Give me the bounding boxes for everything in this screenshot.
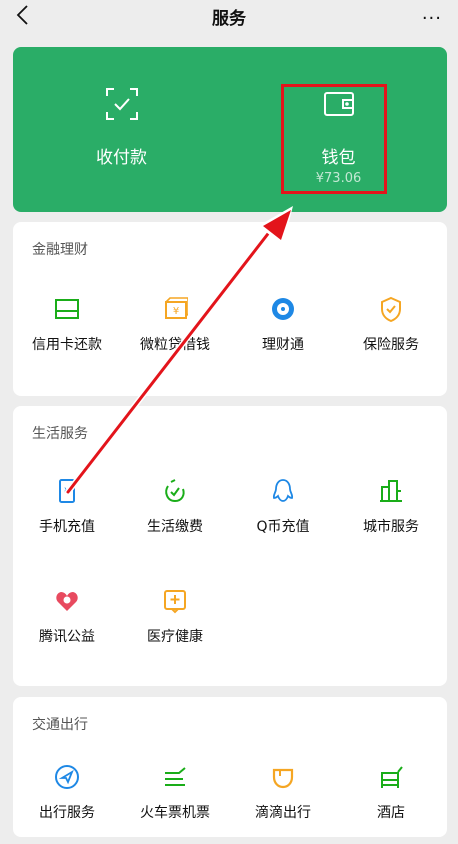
grid-item-label: 滴滴出行 xyxy=(255,805,311,821)
section-title-transport: 交通出行 xyxy=(32,717,88,733)
svg-text:¥: ¥ xyxy=(64,487,70,497)
section-title-life: 生活服务 xyxy=(32,426,88,442)
grid-item-label: 保险服务 xyxy=(363,337,419,353)
grid-item-label: 生活缴费 xyxy=(147,519,203,535)
grid-item-label: 腾讯公益 xyxy=(39,629,95,645)
grid-item-didi[interactable]: 滴滴出行 xyxy=(229,764,337,844)
grid-item-label: 手机充值 xyxy=(39,519,95,535)
grid-item-wealth[interactable]: 理财通 xyxy=(229,296,337,376)
utility-icon xyxy=(165,479,185,503)
travel-icon xyxy=(55,765,79,789)
qq-coin-icon xyxy=(272,479,294,502)
insurance-icon xyxy=(381,296,401,322)
top-bar: 服务 ··· xyxy=(0,0,458,32)
loan-icon: ¥ xyxy=(165,297,188,319)
life-section: 生活服务 ¥ 手机充值 生活缴费 Q币充值 城市服务 腾讯公益 医疗健康 xyxy=(13,406,447,686)
collect-pay-button[interactable]: 收付款 xyxy=(13,47,230,212)
grid-item-travel[interactable]: 出行服务 xyxy=(13,764,121,844)
grid-item-utility[interactable]: 生活缴费 xyxy=(121,478,229,558)
grid-item-label: Q币充值 xyxy=(256,519,310,535)
grid-item-label: 信用卡还款 xyxy=(32,337,102,353)
grid-item-label: 理财通 xyxy=(262,337,304,353)
grid-item-label: 医疗健康 xyxy=(147,629,203,645)
grid-item-phone-recharge[interactable]: ¥ 手机充值 xyxy=(13,478,121,558)
medical-icon xyxy=(164,590,186,614)
back-arrow-icon[interactable] xyxy=(14,4,34,26)
grid-item-label: 火车票机票 xyxy=(140,805,210,821)
train-icon xyxy=(165,767,186,786)
hotel-icon xyxy=(381,766,403,788)
scan-collect-icon xyxy=(106,88,138,120)
collect-pay-label: 收付款 xyxy=(96,148,147,168)
grid-item-charity[interactable]: 腾讯公益 xyxy=(13,588,121,668)
grid-item-label: 城市服务 xyxy=(363,519,419,535)
more-options-icon[interactable]: ··· xyxy=(422,8,442,29)
grid-item-credit-card[interactable]: 信用卡还款 xyxy=(13,296,121,376)
section-title-finance: 金融理财 xyxy=(32,242,88,258)
credit-card-icon xyxy=(55,299,79,319)
city-icon xyxy=(380,480,402,502)
grid-item-train[interactable]: 火车票机票 xyxy=(121,764,229,844)
wealth-icon xyxy=(272,298,294,320)
transport-section: 交通出行 出行服务 火车票机票 滴滴出行 酒店 xyxy=(13,697,447,837)
grid-item-insurance[interactable]: 保险服务 xyxy=(337,296,445,376)
grid-item-label: 出行服务 xyxy=(39,805,95,821)
grid-item-loan[interactable]: ¥ 微粒贷借钱 xyxy=(121,296,229,376)
grid-item-label: 微粒贷借钱 xyxy=(140,337,210,353)
grid-item-city[interactable]: 城市服务 xyxy=(337,478,445,558)
finance-section: 金融理财 信用卡还款 ¥ 微粒贷借钱 理财通 保险服务 xyxy=(13,222,447,396)
page-title: 服务 xyxy=(212,8,246,29)
grid-item-hotel[interactable]: 酒店 xyxy=(337,764,445,844)
phone-recharge-icon: ¥ xyxy=(59,479,75,503)
charity-icon xyxy=(56,592,78,611)
didi-icon xyxy=(272,768,294,789)
highlight-box xyxy=(281,84,387,194)
grid-item-medical[interactable]: 医疗健康 xyxy=(121,588,229,668)
grid-item-qq-coin[interactable]: Q币充值 xyxy=(229,478,337,558)
svg-text:¥: ¥ xyxy=(173,306,179,317)
grid-item-label: 酒店 xyxy=(377,805,405,821)
